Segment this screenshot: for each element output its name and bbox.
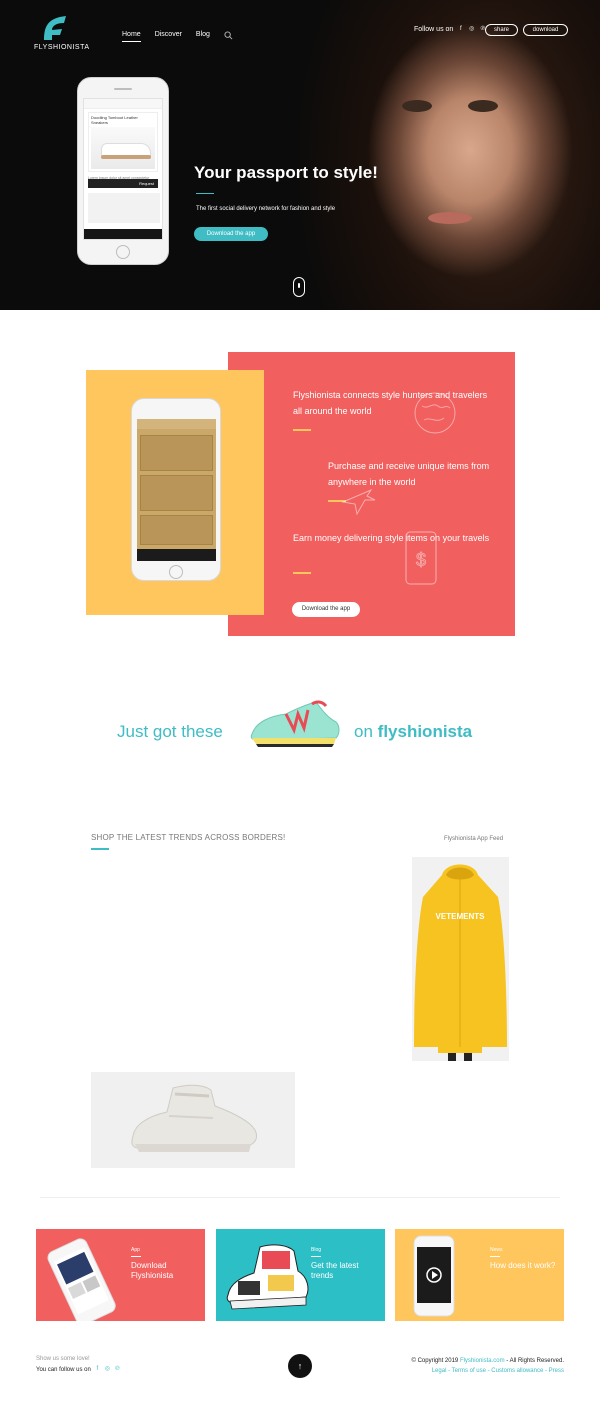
card-news-title: How does it work?	[490, 1261, 556, 1270]
card-blog-sneaker-image	[226, 1244, 309, 1310]
phone-tabbar	[84, 229, 162, 239]
footer-follow: You can follow us on f ◎ ℗	[36, 1366, 121, 1373]
page: FLYSHIONISTA Home Discover Blog Follow u…	[0, 0, 600, 1408]
trends-divider	[91, 848, 109, 850]
hero-model-photo	[300, 0, 600, 310]
nav-discover[interactable]: Discover	[155, 31, 182, 41]
feed-item-sneaker[interactable]	[91, 1072, 295, 1168]
facebook-icon[interactable]: f	[457, 26, 464, 33]
feature-rule-3	[293, 572, 311, 574]
phone-screen: Doodling Tomboot Leather Sneakers Lorem …	[83, 98, 163, 240]
card-news[interactable]: News How does it work?	[395, 1229, 564, 1321]
card-blog-title: Get the latest trends	[311, 1261, 359, 1281]
share-button[interactable]: share	[485, 24, 518, 36]
download-button[interactable]: download	[523, 24, 568, 36]
card-news-kicker: News	[490, 1247, 503, 1253]
feature-earn-text: Earn money delivering style items on you…	[293, 533, 490, 543]
hero-section: FLYSHIONISTA Home Discover Blog Follow u…	[0, 0, 600, 310]
card-app-kicker: App	[131, 1247, 140, 1253]
footer-links[interactable]: Legal - Terms of use - Customs allowance…	[432, 1368, 564, 1374]
feature-connects-text: Flyshionista connects style hunters and …	[293, 390, 488, 416]
phone-feed-thumbnails	[88, 193, 160, 223]
hero-divider	[196, 193, 214, 194]
footer-facebook-icon[interactable]: f	[94, 1366, 101, 1373]
phone-sneaker-image	[91, 127, 155, 169]
white-sneaker-image	[131, 1084, 258, 1152]
feed-item-raincoat[interactable]: VETEMENTS	[412, 857, 509, 1061]
slogan-right: on flyshionista	[354, 722, 472, 742]
phone-request-bar: Request	[88, 179, 158, 188]
features-phone-mockup	[131, 398, 221, 581]
trends-title: SHOP THE LATEST TRENDS ACROSS BORDERS!	[91, 833, 286, 842]
copyright-prefix: © Copyright 2019	[411, 1358, 459, 1364]
search-icon[interactable]	[224, 27, 233, 45]
logo-icon	[40, 14, 70, 40]
hero-subtitle: The first social delivery network for fa…	[196, 206, 336, 212]
globe-icon	[414, 392, 456, 434]
card-news-phone-image	[413, 1235, 455, 1317]
hero-title: Your passport to style!	[194, 163, 378, 182]
hero-download-button[interactable]: Download the app	[194, 227, 268, 241]
hero-phone-mockup: Doodling Tomboot Leather Sneakers Lorem …	[77, 77, 169, 265]
card-blog[interactable]: Blog Get the latest trends	[216, 1229, 385, 1321]
phone-card-title: Doodling Tomboot Leather Sneakers	[91, 115, 138, 125]
app-feed-label: Flyshionista App Feed	[444, 836, 504, 842]
features-phone-screen	[137, 419, 216, 561]
phone-request-label: Request	[139, 181, 154, 186]
scroll-down-icon[interactable]	[293, 277, 305, 297]
footer-follow-text: You can follow us on	[36, 1366, 91, 1373]
features-download-button[interactable]: Download the app	[292, 602, 360, 617]
slogan-brand: flyshionista	[377, 722, 473, 741]
card-blog-kicker: Blog	[311, 1247, 322, 1253]
svg-text:$: $	[416, 550, 426, 570]
card-app[interactable]: App Download Flyshionista	[36, 1229, 205, 1321]
money-phone-icon: $	[405, 531, 437, 585]
copyright-suffix: - All Rights Reserved.	[506, 1358, 564, 1364]
back-to-top-button[interactable]: ↑	[288, 1354, 312, 1378]
card-app-title: Download Flyshionista	[131, 1261, 174, 1281]
follow-links: Follow us on f ◎ ℗	[414, 26, 486, 33]
feature-rule-1	[293, 429, 311, 431]
sneaker-image	[250, 700, 340, 747]
card-app-phone-image	[47, 1238, 116, 1321]
footer-copyright: © Copyright 2019 Flyshionista.com - All …	[411, 1358, 564, 1364]
coat-brand-text: VETEMENTS	[436, 912, 486, 921]
instagram-icon[interactable]: ◎	[468, 26, 475, 33]
nav-blog[interactable]: Blog	[196, 31, 210, 41]
slogan-on: on	[354, 722, 373, 741]
copyright-link[interactable]: Flyshionista.com	[460, 1358, 505, 1364]
logo[interactable]: FLYSHIONISTA	[34, 14, 90, 51]
main-nav: Home Discover Blog	[122, 27, 233, 45]
logo-text: FLYSHIONISTA	[34, 44, 90, 51]
nav-home[interactable]: Home	[122, 31, 141, 42]
raincoat-image: VETEMENTS	[414, 864, 507, 1061]
footer-instagram-icon[interactable]: ◎	[104, 1366, 111, 1373]
slogan-left: Just got these	[117, 722, 223, 741]
follow-label: Follow us on	[414, 26, 454, 33]
section-divider	[40, 1197, 560, 1198]
airplane-icon	[341, 488, 376, 516]
footer-pinterest-icon[interactable]: ℗	[114, 1366, 121, 1373]
footer-love-text: Show us some love!	[36, 1356, 90, 1362]
